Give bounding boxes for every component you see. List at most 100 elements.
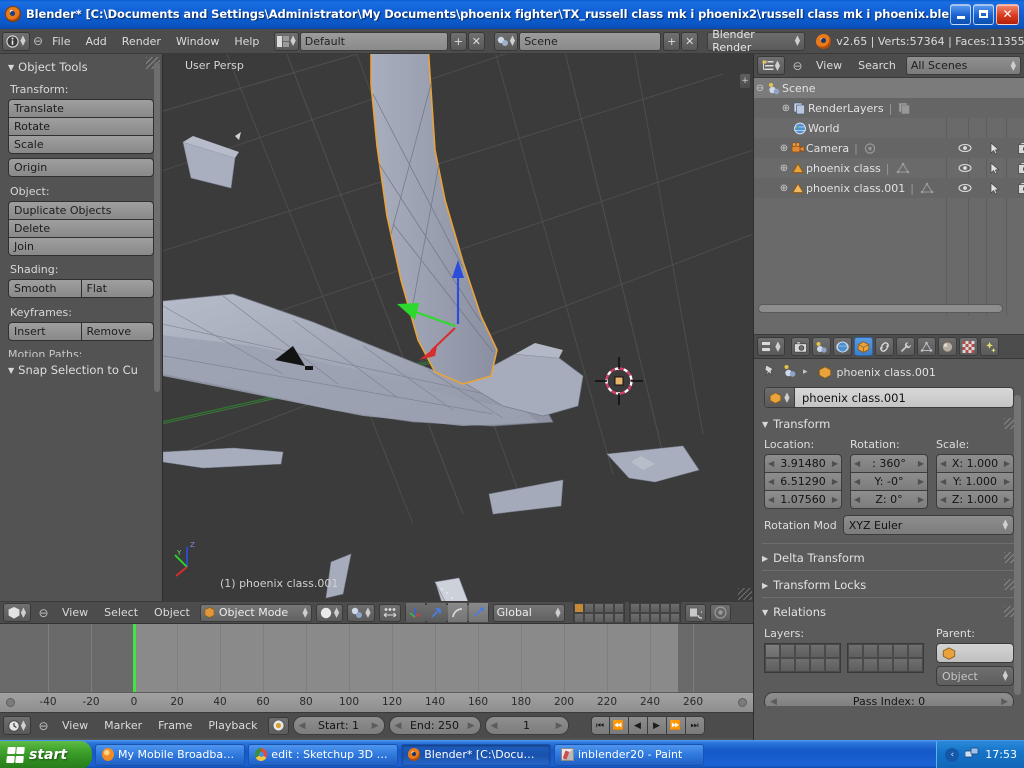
layer-group-1[interactable] <box>573 602 625 624</box>
rewind-button[interactable]: ⏪ <box>610 716 629 735</box>
start-frame-field[interactable]: ◀ Start: 1 ▶ <box>293 716 385 735</box>
properties-tab-render[interactable] <box>791 337 810 356</box>
loc-y-inc-arrow[interactable]: ▶ <box>832 477 838 486</box>
network-icon[interactable] <box>965 747 979 763</box>
properties-tab-constraints[interactable] <box>875 337 894 356</box>
outliner-menu-search[interactable]: Search <box>852 56 902 75</box>
play-reverse-button[interactable]: ◀ <box>629 716 648 735</box>
rotation-x-field[interactable]: ◀ : 360° ▶ <box>850 454 928 473</box>
outliner-row-camera[interactable]: ⊕ Camera | <box>754 138 1024 158</box>
rot-z-dec-arrow[interactable]: ◀ <box>854 495 860 504</box>
taskbar-item-paint[interactable]: inblender20 - Paint <box>554 744 704 766</box>
pass-index-dec-arrow[interactable]: ◀ <box>770 697 777 707</box>
object-tools-panel-header[interactable]: ▼ Object Tools <box>8 60 154 74</box>
frame-decrement-arrow[interactable]: ◀ <box>491 721 498 731</box>
restrict-select-toggle[interactable] <box>980 142 1010 155</box>
shade-smooth-button[interactable]: Smooth <box>8 279 82 298</box>
viewport-menu-object[interactable]: Object <box>148 603 196 622</box>
viewport-shading-select[interactable]: ▲▼ <box>316 604 343 622</box>
outliner-row-phoenix-class[interactable]: ⊕ phoenix class | <box>754 158 1024 178</box>
outliner-menu-view[interactable]: View <box>810 56 848 75</box>
restrict-render-toggle[interactable] <box>1010 182 1024 195</box>
rot-x-dec-arrow[interactable]: ◀ <box>854 459 860 468</box>
relations-panel-header[interactable]: ▼ Relations <box>754 600 1024 622</box>
frame-increment-arrow[interactable]: ▶ <box>556 721 563 731</box>
renderlayers-data-icon[interactable] <box>897 101 913 115</box>
rotate-button[interactable]: Rotate <box>8 117 154 136</box>
scl-x-dec-arrow[interactable]: ◀ <box>940 459 946 468</box>
pivot-point-select[interactable]: ▲▼ <box>347 604 374 622</box>
proportional-edit-button[interactable] <box>710 604 731 622</box>
restrict-view-toggle[interactable] <box>950 162 980 175</box>
loc-x-inc-arrow[interactable]: ▶ <box>832 459 838 468</box>
scale-z-field[interactable]: ◀ Z: 1.000 ▶ <box>936 490 1014 509</box>
maximize-button[interactable] <box>973 4 994 25</box>
translate-arrow-button[interactable] <box>427 603 446 622</box>
scl-z-dec-arrow[interactable]: ◀ <box>940 495 946 504</box>
transform-locks-panel-header[interactable]: ▶ Transform Locks <box>754 573 1024 595</box>
current-frame-field[interactable]: ◀ 1 ▶ <box>485 716 569 735</box>
object-name-icon-button[interactable]: ▲▼ <box>765 388 795 407</box>
end-increment-arrow[interactable]: ▶ <box>468 721 475 731</box>
viewport-expand-panel-button[interactable]: + <box>740 74 750 88</box>
rotation-y-field[interactable]: ◀ Y: -0° ▶ <box>850 472 928 491</box>
play-button[interactable]: ▶ <box>648 716 667 735</box>
location-z-field[interactable]: ◀ 1.07560 ▶ <box>764 490 842 509</box>
loc-z-inc-arrow[interactable]: ▶ <box>832 495 838 504</box>
rotation-z-field[interactable]: ◀ Z: 0° ▶ <box>850 490 928 509</box>
restrict-select-toggle[interactable] <box>980 182 1010 195</box>
editor-type-button[interactable]: ▲▼ <box>2 32 30 51</box>
expander-plus-icon[interactable]: ⊕ <box>778 163 790 174</box>
properties-tab-particles[interactable] <box>980 337 999 356</box>
collapse-menus-button[interactable]: ⊖ <box>33 33 43 50</box>
properties-editor-type-button[interactable]: ▲▼ <box>757 337 785 356</box>
jump-to-start-button[interactable]: ⏮ <box>591 716 610 735</box>
pass-index-field[interactable]: ◀ Pass Index: 0 ▶ <box>764 692 1014 706</box>
join-button[interactable]: Join <box>8 237 154 256</box>
lock-scene-to-object-button[interactable] <box>685 604 706 622</box>
loc-x-dec-arrow[interactable]: ◀ <box>768 459 774 468</box>
pin-icon[interactable] <box>762 363 777 381</box>
properties-tab-scene[interactable] <box>812 337 831 356</box>
screen-layout-field[interactable]: Default <box>300 32 448 51</box>
timeline-menu-playback[interactable]: Playback <box>202 716 263 735</box>
manipulator-toggle[interactable] <box>379 604 401 622</box>
rotation-mode-select[interactable]: XYZ Euler ▲▼ <box>843 515 1014 535</box>
properties-tab-data[interactable] <box>917 337 936 356</box>
properties-tab-material[interactable] <box>938 337 957 356</box>
parent-field[interactable] <box>936 643 1014 663</box>
viewport-menu-select[interactable]: Select <box>98 603 144 622</box>
auto-keyframe-toggle[interactable] <box>268 717 289 735</box>
end-frame-field[interactable]: ◀ End: 250 ▶ <box>389 716 481 735</box>
clock-label[interactable]: 17:53 <box>985 748 1017 761</box>
timeline-collapse-menus-button[interactable]: ⊖ <box>35 717 52 734</box>
start-decrement-arrow[interactable]: ◀ <box>299 721 306 731</box>
outliner-row-phoenix-class-001[interactable]: ⊕ phoenix class.001 | <box>754 178 1024 198</box>
scale-manipulator-button[interactable] <box>469 603 488 622</box>
add-screen-layout-button[interactable]: + <box>450 32 467 51</box>
snap-selection-panel-header[interactable]: ▼ Snap Selection to Cu <box>8 363 154 377</box>
expander-minus-icon[interactable]: ⊖ <box>754 83 766 94</box>
translate-button[interactable]: Translate <box>8 99 154 118</box>
timeline-track[interactable] <box>0 624 753 692</box>
properties-scrollbar[interactable] <box>1014 395 1021 695</box>
transform-orientation-select[interactable]: Global ▲▼ <box>493 604 565 622</box>
rotate-manipulator-button[interactable] <box>448 603 467 622</box>
duplicate-objects-button[interactable]: Duplicate Objects <box>8 201 154 220</box>
expander-plus-icon[interactable]: ⊕ <box>778 183 790 194</box>
outliner-collapse-menus-button[interactable]: ⊖ <box>789 57 806 74</box>
loc-y-dec-arrow[interactable]: ◀ <box>768 477 774 486</box>
properties-tab-texture[interactable] <box>959 337 978 356</box>
translate-manipulator-button[interactable] <box>406 603 425 622</box>
tray-expand-icon[interactable]: ‹ <box>945 748 959 762</box>
shade-flat-button[interactable]: Flat <box>82 279 155 298</box>
delta-transform-panel-header[interactable]: ▶ Delta Transform <box>754 546 1024 568</box>
timeline-scrollbar-right-handle[interactable] <box>738 698 747 707</box>
properties-tab-modifiers[interactable] <box>896 337 915 356</box>
camera-data-icon[interactable] <box>863 141 879 155</box>
loc-z-dec-arrow[interactable]: ◀ <box>768 495 774 504</box>
delete-screen-layout-button[interactable]: ✕ <box>468 32 485 51</box>
layer-group-2[interactable] <box>629 602 681 624</box>
timeline-editor-type-button[interactable]: ▲▼ <box>3 716 31 735</box>
properties-tab-world[interactable] <box>833 337 852 356</box>
